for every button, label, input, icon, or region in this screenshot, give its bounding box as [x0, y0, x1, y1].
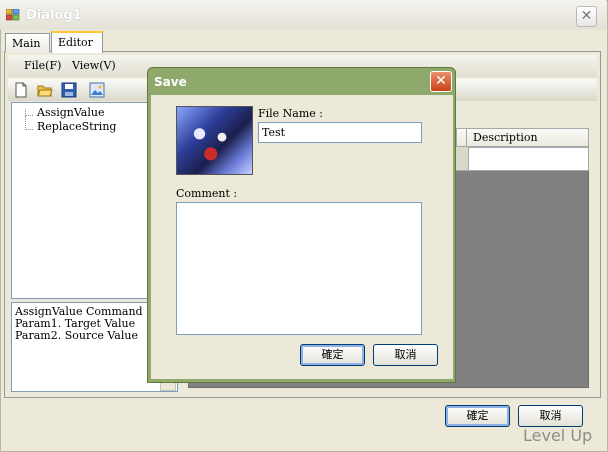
- menu-file[interactable]: File(F): [24, 59, 61, 72]
- tree-item-replacestring[interactable]: ReplaceString: [37, 120, 116, 133]
- window-title: Dialog1: [26, 8, 82, 23]
- grid-row-header[interactable]: [456, 147, 468, 171]
- grid-column-description[interactable]: Description: [473, 131, 538, 144]
- menu-view[interactable]: View(V): [72, 59, 116, 72]
- close-icon[interactable]: ✕: [576, 6, 597, 27]
- dialog-cancel-button[interactable]: 取消: [373, 344, 438, 366]
- title-bar[interactable]: [0, 0, 606, 30]
- tree-connector: [25, 109, 33, 116]
- dialog-close-icon[interactable]: ✕: [430, 71, 452, 92]
- app-form-icon: [5, 8, 20, 21]
- save-icon[interactable]: [61, 82, 77, 98]
- grid-header-divider: [466, 128, 467, 147]
- open-folder-icon[interactable]: [37, 82, 53, 98]
- tab-main[interactable]: Main: [5, 33, 50, 52]
- watermark-text: Level Up: [523, 426, 593, 445]
- new-file-icon[interactable]: [13, 82, 29, 98]
- preview-thumbnail: [176, 106, 253, 175]
- tree-item-assignvalue[interactable]: AssignValue: [37, 106, 104, 119]
- tab-editor[interactable]: Editor: [51, 31, 103, 53]
- save-dialog-title: Save: [154, 75, 187, 89]
- comment-textarea[interactable]: [176, 202, 422, 335]
- tree-connector: [25, 116, 33, 130]
- comment-label: Comment :: [176, 187, 238, 200]
- file-name-input[interactable]: [258, 122, 422, 143]
- grid-cell[interactable]: [468, 147, 589, 171]
- cancel-button[interactable]: 取消: [518, 405, 583, 427]
- dialog-ok-button[interactable]: 確定: [300, 344, 365, 366]
- ok-button[interactable]: 確定: [445, 405, 510, 427]
- file-name-label: File Name :: [258, 107, 324, 120]
- image-icon[interactable]: [89, 82, 105, 98]
